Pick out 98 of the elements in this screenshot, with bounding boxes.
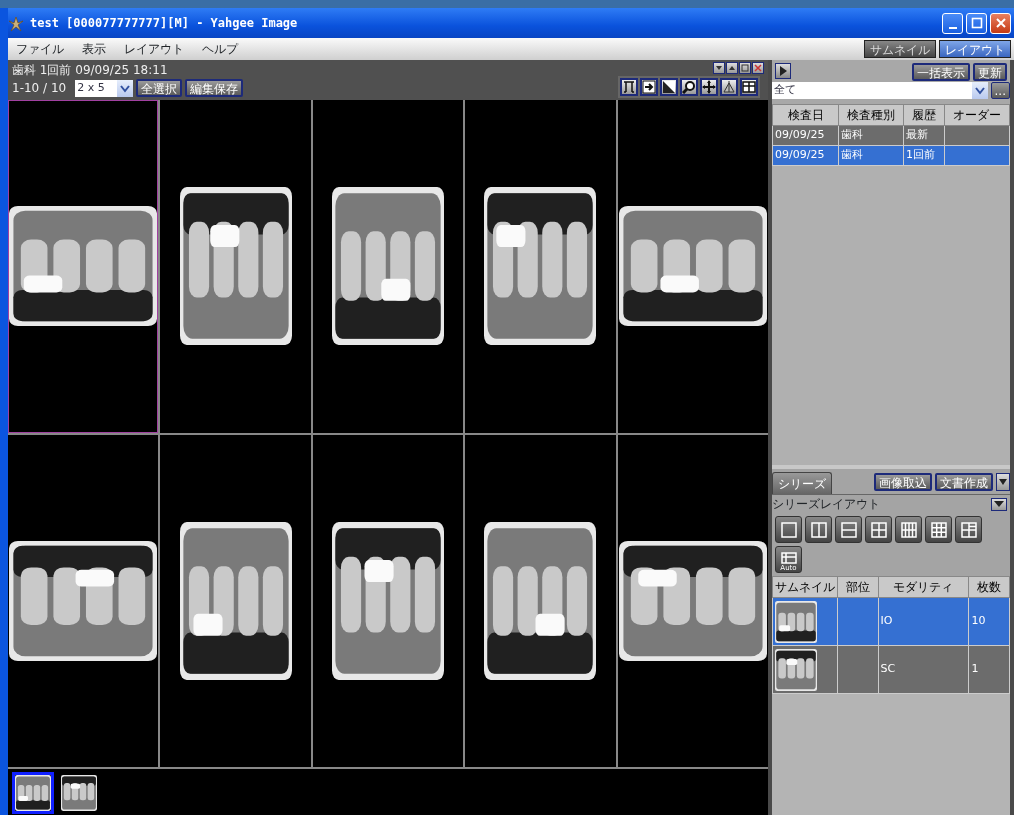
layout-button[interactable]: [805, 516, 832, 543]
table-row[interactable]: 09/09/25 歯科 1回前: [772, 145, 1010, 166]
caret-icon: [994, 501, 1004, 507]
window-control[interactable]: [752, 62, 764, 74]
layout-button[interactable]: [835, 516, 862, 543]
window-control[interactable]: [739, 62, 751, 74]
image-cell[interactable]: [312, 434, 464, 767]
study-info: 歯科 1回前 09/09/25 18:11: [12, 63, 168, 77]
layout-button[interactable]: [895, 516, 922, 543]
tool-button[interactable]: [660, 78, 678, 96]
app-icon: [8, 15, 24, 32]
tool-button[interactable]: [740, 78, 758, 96]
grid-layout-icon: [779, 520, 798, 539]
panel-button[interactable]: 更新: [973, 63, 1007, 81]
move-icon: [702, 80, 716, 94]
table-cell: 09/09/25: [775, 128, 825, 142]
table-cell: 1回前: [905, 148, 935, 162]
column-header[interactable]: 履歴: [903, 104, 945, 126]
maximize-icon: [969, 16, 984, 30]
column-header[interactable]: モダリティ: [878, 576, 969, 598]
table-cell: 09/09/25: [775, 148, 825, 162]
view-tab[interactable]: サムネイル: [864, 40, 936, 58]
column-header[interactable]: オーダー: [944, 104, 1010, 126]
expand-button[interactable]: [775, 63, 791, 79]
table-row[interactable]: 09/09/25 歯科 最新: [772, 125, 1010, 146]
caliper-icon: [622, 80, 636, 94]
image-cell[interactable]: [465, 434, 616, 767]
play-icon: [779, 66, 787, 76]
tool-button[interactable]: [680, 78, 698, 96]
table-row[interactable]: SC 1: [772, 645, 1010, 694]
column-header[interactable]: 部位: [837, 576, 879, 598]
close-button[interactable]: [990, 12, 1011, 34]
image-cell[interactable]: [465, 100, 616, 433]
dropdown-button[interactable]: [991, 497, 1007, 511]
table-cell: SC: [880, 662, 896, 676]
layout-button[interactable]: [775, 516, 802, 543]
close-icon: [993, 16, 1008, 30]
image-cell[interactable]: [160, 434, 311, 767]
minimize-icon: [948, 26, 957, 29]
zoom-icon: [682, 80, 696, 94]
table-cell: 最新: [905, 128, 928, 142]
toolbar-button[interactable]: 全選択: [136, 79, 183, 97]
table-cell: 歯科: [841, 148, 864, 162]
table-cell: 1: [971, 662, 979, 676]
view-tab[interactable]: レイアウト: [939, 40, 1011, 58]
grid-layout-icon: [959, 520, 978, 539]
series-layout-label: シリーズレイアウト: [772, 496, 880, 513]
caret-icon: [715, 64, 723, 72]
column-header[interactable]: 枚数: [968, 576, 1010, 598]
window-title: test [000077777777][M] - Yahgee Image: [30, 15, 298, 32]
image-cell[interactable]: [8, 434, 159, 767]
minimize-button[interactable]: [942, 12, 963, 34]
series-tab[interactable]: シリーズ: [772, 472, 832, 494]
table-cell: 10: [971, 614, 986, 628]
grid-icon: [742, 80, 756, 94]
tool-button[interactable]: [700, 78, 718, 96]
column-header[interactable]: サムネイル: [772, 576, 838, 598]
column-header[interactable]: 検査日: [772, 104, 839, 126]
table-cell: 歯科: [841, 128, 864, 142]
toolbar-button[interactable]: 編集保存: [185, 79, 244, 97]
thumbnail-button[interactable]: [58, 772, 100, 814]
grid-layout-icon: [899, 520, 918, 539]
image-cell[interactable]: [617, 434, 768, 767]
maximize-icon: [741, 64, 749, 72]
contrast-icon: [662, 80, 676, 94]
image-cell[interactable]: [312, 100, 464, 433]
thumbnail-button[interactable]: [12, 772, 54, 814]
more-button[interactable]: ...: [990, 82, 1010, 99]
panel-button[interactable]: 画像取込: [874, 473, 932, 491]
grid-layout-icon: [929, 520, 948, 539]
dropdown-button[interactable]: [996, 473, 1010, 491]
window-control[interactable]: [713, 62, 725, 74]
arrow-icon: [642, 80, 656, 94]
image-count: 1-10 / 10: [12, 80, 67, 97]
column-header[interactable]: 検査種別: [838, 104, 904, 126]
image-cell[interactable]: [617, 100, 768, 433]
tool-button[interactable]: [620, 78, 638, 96]
menu-item[interactable]: 表示: [82, 40, 106, 58]
grid-layout-icon: [869, 520, 888, 539]
menu-item[interactable]: レイアウト: [124, 40, 184, 58]
panel-button[interactable]: 一括表示: [912, 63, 970, 81]
image-cell[interactable]: [160, 100, 311, 433]
menu-item[interactable]: ヘルプ: [202, 40, 238, 58]
close-icon: [754, 64, 762, 72]
grid-layout-icon: [839, 520, 858, 539]
layout-button[interactable]: [865, 516, 892, 543]
menu-item[interactable]: ファイル: [16, 40, 64, 58]
caret-icon: [999, 479, 1007, 485]
layout-button[interactable]: [925, 516, 952, 543]
image-cell[interactable]: [8, 100, 159, 433]
maximize-button[interactable]: [966, 12, 987, 34]
grid-layout-icon: [809, 520, 828, 539]
tool-button[interactable]: [640, 78, 658, 96]
panel-button[interactable]: 文書作成: [935, 473, 993, 491]
list-icon: [779, 552, 798, 564]
table-row[interactable]: IO 10: [772, 597, 1010, 646]
layout-button[interactable]: [955, 516, 982, 543]
table-cell: IO: [880, 614, 893, 628]
